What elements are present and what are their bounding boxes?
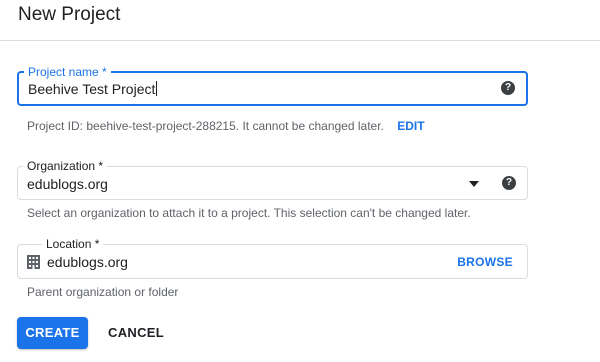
location-label: Location * — [42, 236, 104, 252]
location-field[interactable]: Location * edublogs.org BROWSE — [17, 236, 528, 279]
page-title: New Project — [18, 4, 121, 25]
organization-helper-text: Select an organization to attach it to a… — [27, 206, 471, 220]
project-name-input[interactable]: Beehive Test Project — [28, 81, 155, 97]
help-icon[interactable]: ? — [501, 81, 515, 95]
project-name-label: Project name * — [24, 64, 111, 80]
header-divider — [0, 40, 600, 41]
organization-select[interactable]: Organization * edublogs.org ? — [17, 158, 528, 200]
project-name-field[interactable]: Project name * Beehive Test Project ? — [17, 64, 528, 106]
location-value: edublogs.org — [47, 254, 128, 270]
location-helper-text: Parent organization or folder — [27, 285, 179, 299]
help-icon[interactable]: ? — [502, 176, 516, 190]
edit-project-id-link[interactable]: EDIT — [397, 119, 424, 133]
building-icon — [27, 255, 40, 269]
project-id-text: Project ID: beehive-test-project-288215.… — [27, 119, 384, 133]
create-button[interactable]: CREATE — [17, 317, 88, 349]
browse-button[interactable]: BROWSE — [457, 255, 513, 269]
text-cursor — [156, 81, 158, 96]
dropdown-icon[interactable] — [469, 181, 479, 187]
organization-label: Organization * — [23, 158, 108, 174]
organization-value: edublogs.org — [27, 176, 108, 192]
cancel-button[interactable]: CANCEL — [100, 317, 172, 349]
